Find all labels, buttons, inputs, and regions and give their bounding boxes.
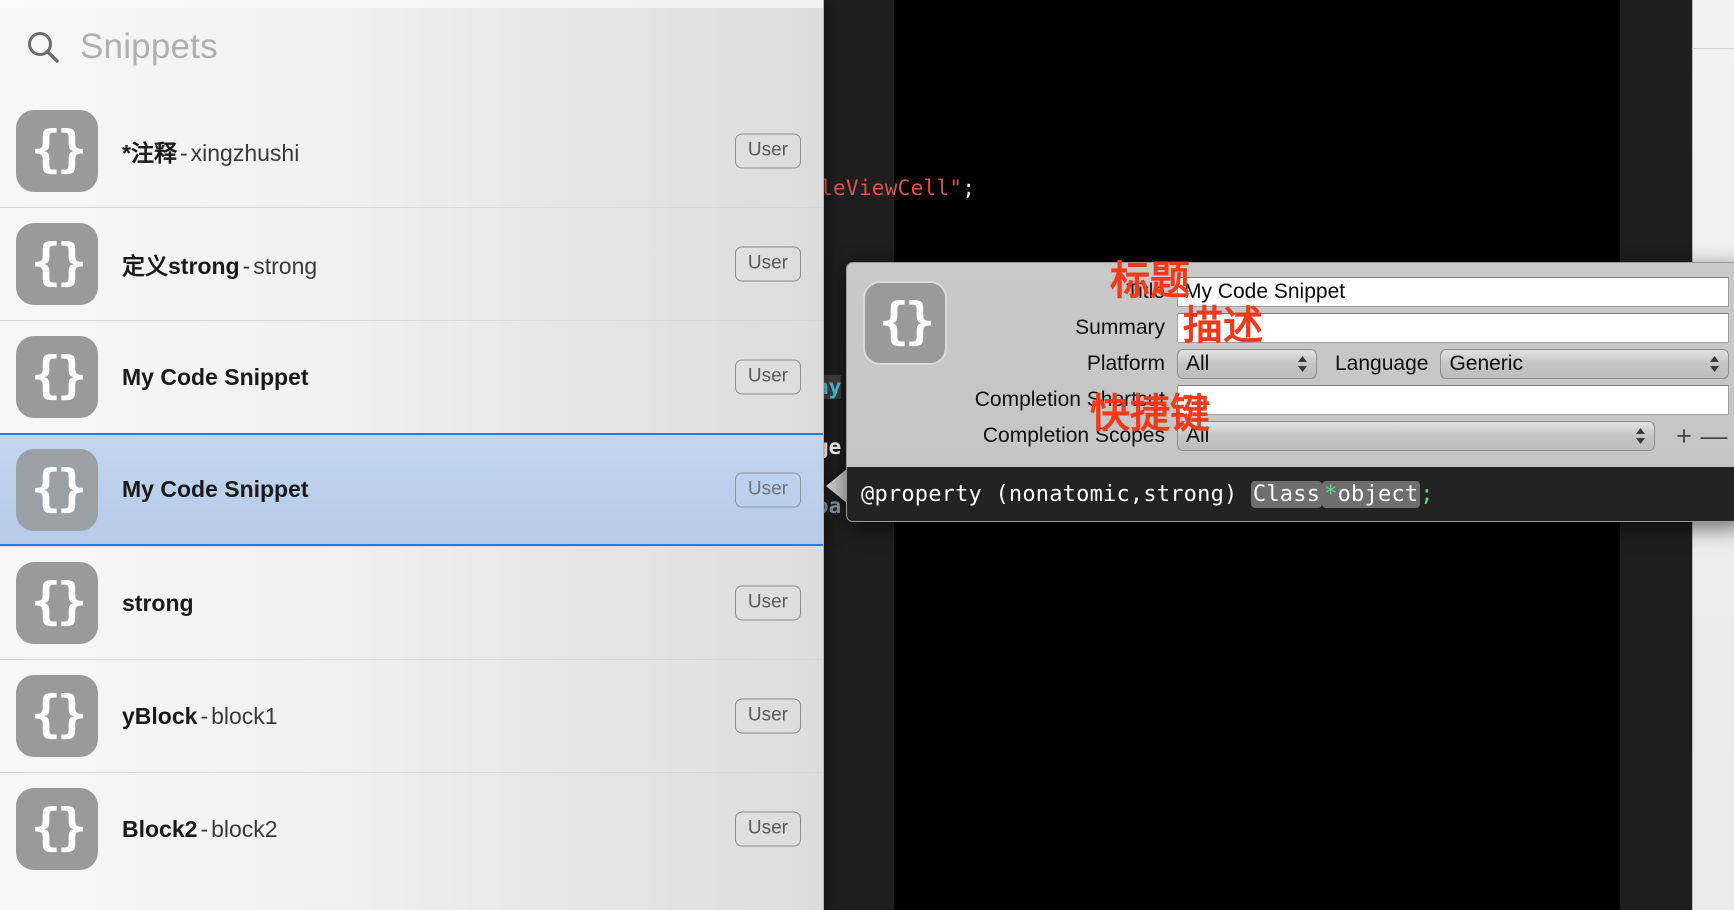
list-item-separator <box>309 364 315 390</box>
list-item-title: My Code Snippet <box>122 363 309 390</box>
utilities-sidebar-divider <box>1692 48 1734 49</box>
title-label: Title <box>1126 280 1165 303</box>
braces-icon: {} <box>16 336 98 418</box>
list-item-title: 定义strong <box>122 253 240 279</box>
snippet-code-editor[interactable]: @property (nonatomic,strong) Class *objec… <box>847 467 1734 521</box>
editor-code-string: leViewCell" <box>820 176 963 200</box>
code-pointer-star: * <box>1324 481 1338 507</box>
braces-icon: {} <box>16 448 98 531</box>
scopes-add-remove-controls: + — <box>1669 422 1729 450</box>
completion-shortcut-label: Completion Shortcut <box>974 388 1165 411</box>
platform-label: Platform <box>1086 352 1165 375</box>
list-item-title: My Code Snippet <box>122 476 309 502</box>
list-item-separator: - <box>200 815 209 842</box>
code-terminator: ; <box>1420 481 1434 507</box>
list-item-label: strong <box>122 590 200 617</box>
list-item[interactable]: {} yBlock - block1 User <box>0 659 823 772</box>
list-item-label: My Code Snippet <box>122 476 315 503</box>
snippet-form: Title My Code Snippet Summary Platform A… <box>959 277 1729 457</box>
editor-code-semicolon: ; <box>962 176 976 200</box>
snippet-edit-popover: {} Title My Code Snippet Summary Platfor… <box>846 262 1734 522</box>
braces-icon: {} <box>16 788 98 870</box>
list-item-separator <box>309 476 315 502</box>
code-prefix: @property (nonatomic,strong) <box>861 481 1251 507</box>
list-item-title: strong <box>122 589 194 616</box>
chevron-updown-icon <box>1296 354 1309 374</box>
add-scope-button[interactable]: + <box>1669 422 1699 450</box>
status-badge: User <box>734 698 801 734</box>
list-item-label: Block2- block2 <box>122 816 278 843</box>
search-icon <box>26 30 60 64</box>
completion-scopes-label: Completion Scopes <box>982 424 1165 447</box>
remove-scope-button[interactable]: — <box>1699 422 1729 450</box>
status-badge: User <box>734 472 801 507</box>
list-item-subtitle: xingzhushi <box>190 139 300 166</box>
braces-icon: {} <box>863 281 947 365</box>
list-item-label: My Code Snippet <box>122 364 315 391</box>
chevron-updown-icon <box>1708 354 1721 374</box>
status-badge: User <box>734 246 801 282</box>
list-item[interactable]: {} Block2- block2 User <box>0 772 823 885</box>
completion-scopes-select[interactable]: All <box>1177 421 1655 451</box>
language-select-value: Generic <box>1449 352 1523 375</box>
list-item-label: *注释 - xingzhushi <box>122 134 299 168</box>
screen: leViewCell"; ay ge oa Snippets {} *注释 - xi… <box>0 0 1734 910</box>
list-item-subtitle: block2 <box>211 815 278 842</box>
list-item-separator: - <box>179 139 188 166</box>
editor-code-line: leViewCell"; <box>820 176 975 200</box>
list-item[interactable]: {} strong User <box>0 546 823 659</box>
status-badge: User <box>734 133 801 168</box>
code-placeholder-type[interactable]: Class <box>1250 480 1323 508</box>
scopes-row: Completion Scopes All + — <box>959 421 1729 451</box>
snippets-library-panel: Snippets {} *注释 - xingzhushi User {} 定义str… <box>0 0 824 910</box>
completion-scopes-value: All <box>1186 424 1210 447</box>
summary-label: Summary <box>1075 316 1165 339</box>
list-item-separator <box>194 590 200 616</box>
status-badge: User <box>734 359 801 395</box>
snippets-list: {} *注释 - xingzhushi User {} 定义strong - stron… <box>0 94 823 885</box>
search-input[interactable]: Snippets <box>80 27 218 67</box>
list-item-separator: - <box>200 702 209 729</box>
completion-shortcut-input[interactable] <box>1177 385 1729 415</box>
list-item-separator: - <box>242 253 251 279</box>
braces-icon: {} <box>16 675 98 757</box>
chevron-updown-icon <box>1634 426 1647 446</box>
list-item-title: *注释 <box>122 139 177 166</box>
list-item-subtitle: strong <box>253 253 318 279</box>
status-badge: User <box>734 585 801 621</box>
list-item-title: Block2 <box>122 815 198 842</box>
list-item-subtitle: block1 <box>211 702 278 729</box>
list-item-selected[interactable]: {} My Code Snippet User <box>0 433 823 546</box>
shortcut-row: Completion Shortcut <box>959 385 1729 415</box>
list-item-label: yBlock - block1 <box>122 703 278 730</box>
summary-row: Summary <box>959 313 1729 343</box>
list-item[interactable]: {} 定义strong - strong User <box>0 207 823 320</box>
list-item[interactable]: {} *注释 - xingzhushi User <box>0 94 823 207</box>
platform-language-row: Platform All Language Generic <box>959 349 1729 379</box>
title-input[interactable]: My Code Snippet <box>1177 277 1729 307</box>
braces-icon: {} <box>16 562 98 644</box>
list-item-label: 定义strong - strong <box>122 247 317 281</box>
list-item-title: yBlock <box>122 702 198 729</box>
platform-select-value: All <box>1186 352 1210 375</box>
summary-input[interactable] <box>1177 313 1729 343</box>
code-placeholder-name[interactable]: object <box>1338 482 1419 507</box>
popover-arrow <box>826 468 848 504</box>
braces-icon: {} <box>16 109 98 192</box>
snippets-search-row[interactable]: Snippets <box>0 0 823 94</box>
title-row: Title My Code Snippet <box>959 277 1729 307</box>
braces-icon: {} <box>16 223 98 305</box>
status-badge: User <box>734 811 801 847</box>
list-item[interactable]: {} My Code Snippet User <box>0 320 823 433</box>
language-select[interactable]: Generic <box>1440 349 1729 379</box>
language-label: Language <box>1335 352 1429 375</box>
platform-select[interactable]: All <box>1177 349 1317 379</box>
